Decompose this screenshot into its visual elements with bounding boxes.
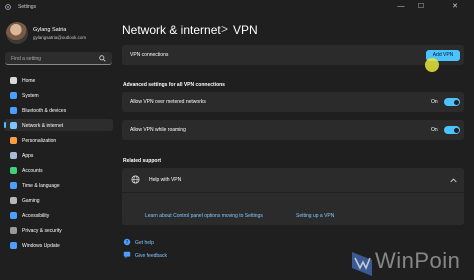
toggle-knob xyxy=(453,127,459,133)
sidebar-item-label: System xyxy=(22,92,39,99)
sidebar-item-label: Apps xyxy=(22,152,34,159)
sidebar-item-bluetooth-devices[interactable]: Bluetooth & devices xyxy=(4,104,113,116)
vpn-connections-card: VPN connections xyxy=(122,45,464,65)
metered-toggle[interactable] xyxy=(444,98,460,106)
metered-label: Allow VPN over metered networks xyxy=(130,99,206,105)
user-name: Gylang Satria xyxy=(33,27,67,33)
search-icon xyxy=(99,55,106,62)
sidebar-item-label: Personalization xyxy=(22,137,57,144)
learn-control-panel-link[interactable]: Learn about Control panel options moving… xyxy=(145,213,263,219)
sidebar-item-personalization[interactable]: Personalization xyxy=(4,134,113,146)
close-button[interactable]: ✕ xyxy=(450,2,460,11)
settings-app-icon xyxy=(5,4,11,10)
sidebar-item-gaming[interactable]: Gaming xyxy=(4,194,113,206)
sidebar: Gylang Satria gylangsatria@outlook.com F… xyxy=(0,14,117,280)
roaming-label: Allow VPN while roaming xyxy=(130,127,186,133)
maximize-button[interactable]: ☐ xyxy=(416,2,426,11)
gaming-icon xyxy=(10,197,17,204)
accessibility-icon xyxy=(10,212,17,219)
roaming-toggle[interactable] xyxy=(444,126,460,134)
sidebar-item-apps[interactable]: Apps xyxy=(4,149,113,161)
give-feedback-link[interactable]: Give feedback xyxy=(135,253,167,259)
search-placeholder: Find a setting xyxy=(11,56,42,62)
system-icon xyxy=(10,92,17,99)
sidebar-item-accounts[interactable]: Accounts xyxy=(4,164,113,176)
vpn-connections-label: VPN connections xyxy=(130,52,169,58)
sidebar-item-system[interactable]: System xyxy=(4,89,113,101)
windows-update-icon xyxy=(10,242,17,249)
winpoin-logo-icon xyxy=(352,252,372,276)
get-help-icon: ? xyxy=(123,238,131,246)
metered-toggle-state: On xyxy=(431,99,438,105)
advanced-settings-title: Advanced settings for all VPN connection… xyxy=(123,82,225,88)
bluetooth-icon xyxy=(10,107,17,114)
globe-icon xyxy=(131,175,140,184)
get-help-link[interactable]: Get help xyxy=(135,240,154,246)
sidebar-item-label: Privacy & security xyxy=(22,227,62,234)
related-support-title: Related support xyxy=(123,158,162,164)
sidebar-item-windows-update[interactable]: Windows Update xyxy=(4,239,113,251)
network-icon xyxy=(10,122,17,129)
watermark-text: WinPoin xyxy=(375,248,461,273)
time-language-icon xyxy=(10,182,17,189)
sidebar-item-home[interactable]: Home xyxy=(4,74,113,86)
roaming-setting-row: Allow VPN while roaming On xyxy=(122,120,464,140)
sidebar-item-accessibility[interactable]: Accessibility xyxy=(4,209,113,221)
watermark-logo: WinPoin xyxy=(350,248,474,280)
sidebar-item-label: Time & language xyxy=(22,182,60,189)
sidebar-item-label: Accessibility xyxy=(22,212,50,219)
page-title: VPN xyxy=(233,23,258,37)
sidebar-item-network-internet[interactable]: Network & internet xyxy=(4,119,113,131)
sidebar-item-label: Accounts xyxy=(22,167,43,174)
metered-setting-row: Allow VPN over metered networks On xyxy=(122,92,464,112)
sidebar-item-label: Windows Update xyxy=(22,242,60,249)
avatar[interactable] xyxy=(6,22,28,44)
minimize-button[interactable]: — xyxy=(396,2,406,11)
sidebar-item-label: Home xyxy=(22,77,36,84)
window-title: Settings xyxy=(18,4,37,10)
help-with-vpn-label: Help with VPN xyxy=(149,177,182,183)
toggle-knob xyxy=(453,99,459,105)
sidebar-item-label: Network & internet xyxy=(22,122,64,129)
user-email: gylangsatria@outlook.com xyxy=(33,35,87,40)
privacy-icon xyxy=(10,227,17,234)
search-input[interactable]: Find a setting xyxy=(5,52,112,65)
sidebar-item-privacy-security[interactable]: Privacy & security xyxy=(4,224,113,236)
apps-icon xyxy=(10,152,17,159)
chevron-up-icon xyxy=(450,178,457,183)
main-content: Network & internet > VPN VPN connections… xyxy=(117,14,474,280)
setting-up-vpn-link[interactable]: Setting up a VPN xyxy=(296,213,334,219)
roaming-toggle-state: On xyxy=(431,127,438,133)
divider xyxy=(122,192,464,193)
title-bar: Settings — ☐ ✕ xyxy=(0,0,474,14)
sidebar-item-time-language[interactable]: Time & language xyxy=(4,179,113,191)
sidebar-item-label: Bluetooth & devices xyxy=(22,107,67,114)
home-icon xyxy=(10,77,17,84)
sidebar-item-label: Gaming xyxy=(22,197,40,204)
personalization-icon xyxy=(10,137,17,144)
help-with-vpn-card: Help with VPN Learn about Control panel … xyxy=(122,168,464,225)
give-feedback-icon xyxy=(123,251,131,259)
cursor-highlight xyxy=(425,58,439,72)
help-with-vpn-header[interactable]: Help with VPN xyxy=(122,168,464,192)
breadcrumb-parent[interactable]: Network & internet xyxy=(122,23,221,37)
breadcrumb-separator: > xyxy=(221,22,229,36)
accounts-icon xyxy=(10,167,17,174)
